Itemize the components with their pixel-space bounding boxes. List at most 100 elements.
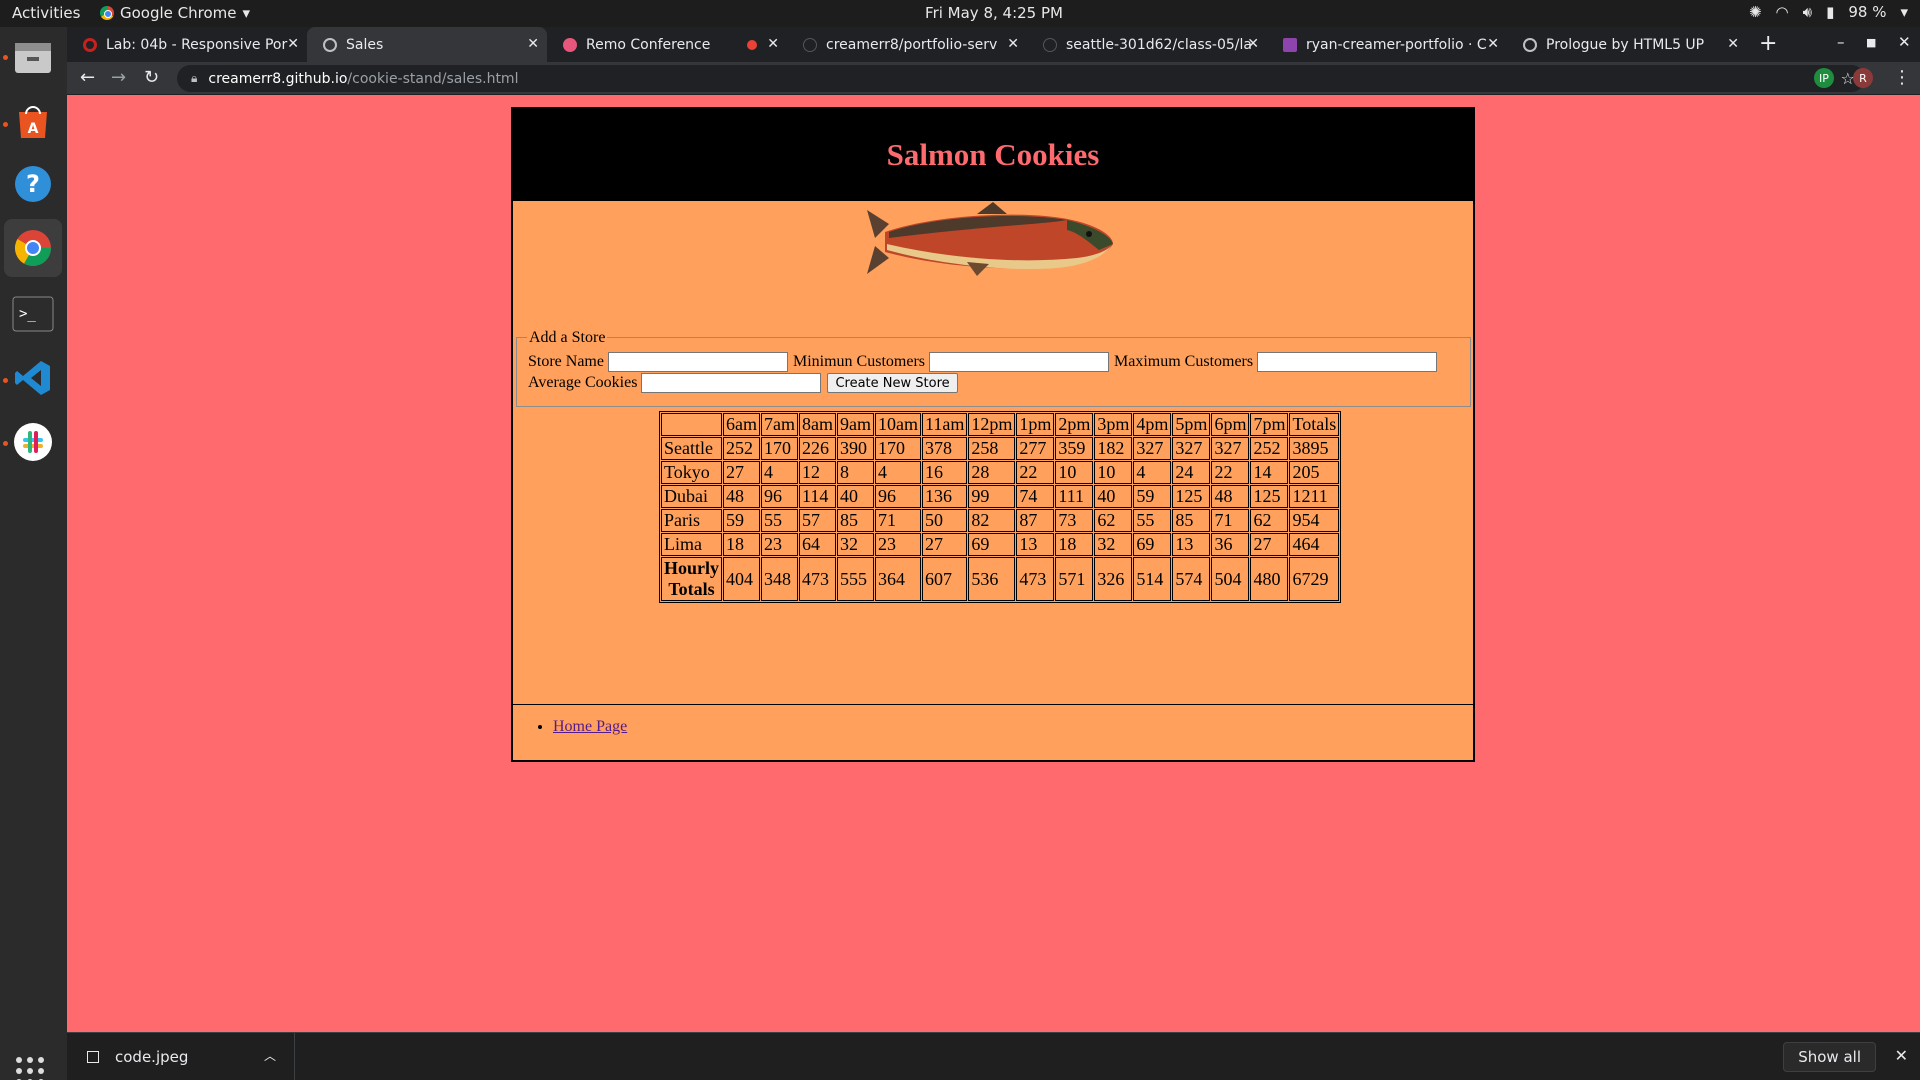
window-close-button[interactable]: ✕ [1898, 33, 1911, 51]
tab-seattle-class-05[interactable]: seattle-301d62/class-05/la ✕ [1027, 27, 1267, 62]
sales-cell: 27 [1250, 533, 1289, 556]
tab-prologue[interactable]: Prologue by HTML5 UP ✕ [1507, 27, 1747, 62]
tab-portfolio-server[interactable]: creamerr8/portfolio-serv ✕ [787, 27, 1027, 62]
sales-cell: 32 [837, 533, 875, 556]
close-icon[interactable]: ✕ [1247, 36, 1259, 52]
min-customers-label: Minimun Customers [792, 353, 925, 370]
column-header: 2pm [1055, 413, 1094, 436]
globe-icon [1523, 37, 1537, 52]
max-customers-input[interactable] [1257, 352, 1438, 372]
hourly-total-cell: 514 [1133, 557, 1172, 601]
chevron-up-icon[interactable]: ︿ [264, 1047, 276, 1064]
sales-cell: 85 [837, 509, 875, 532]
sales-cell: 96 [875, 485, 922, 508]
close-icon[interactable]: ✕ [1487, 36, 1499, 52]
column-header: 7am [761, 413, 799, 436]
reload-button[interactable]: ↻ [144, 67, 159, 88]
site-header: Salmon Cookies [513, 109, 1473, 201]
hourly-total-cell: 607 [922, 557, 968, 601]
sales-cell: 40 [1094, 485, 1133, 508]
show-applications-icon[interactable] [16, 1057, 44, 1080]
store-total-cell: 3895 [1289, 437, 1340, 460]
minimize-button[interactable]: – [1837, 33, 1845, 51]
running-indicator [3, 441, 8, 446]
form-row-2: Average Cookies Create New Store [528, 373, 958, 393]
maximize-button[interactable]: ■ [1866, 36, 1876, 49]
hourly-total-cell: 473 [799, 557, 837, 601]
sales-cell: 85 [1172, 509, 1211, 532]
software-center-icon[interactable]: A [10, 99, 56, 145]
forward-button[interactable]: → [111, 67, 126, 88]
sales-cell: 327 [1172, 437, 1211, 460]
table-body: Seattle 252 170 226 390 170 378 258 277 359 182 327… [661, 437, 1340, 556]
form-row-1: Store Name Minimun Customers Maximum Cus… [528, 352, 1442, 372]
sales-cell: 71 [875, 509, 922, 532]
battery-level: 98 % [1848, 3, 1887, 21]
home-page-link[interactable]: Home Page [553, 718, 627, 735]
new-tab-button[interactable]: + [1759, 31, 1777, 56]
close-icon[interactable]: ✕ [527, 36, 539, 52]
system-top-bar: Activities Google Chrome ▾ Fri May 8, 4:… [0, 0, 1920, 27]
column-header: 8am [799, 413, 837, 436]
sales-cell: 50 [922, 509, 968, 532]
extension-icon[interactable]: IP [1814, 68, 1834, 88]
profile-avatar[interactable]: R [1853, 68, 1873, 88]
tab-title: ryan-creamer-portfolio · C [1306, 36, 1487, 53]
wifi-icon: ◠ [1775, 3, 1789, 21]
network-icon: ✺ [1748, 3, 1762, 21]
column-header: 6am [723, 413, 761, 436]
svg-text:?: ? [26, 170, 40, 198]
sales-cell: 226 [799, 437, 837, 460]
tab-title: Prologue by HTML5 UP [1546, 36, 1705, 53]
tab-sales[interactable]: Sales ✕ [307, 27, 547, 62]
sales-cell: 258 [968, 437, 1016, 460]
chrome-menu-icon[interactable]: ⋮ [1893, 67, 1911, 88]
sales-cell: 327 [1133, 437, 1172, 460]
help-icon[interactable]: ? [10, 161, 56, 207]
sales-cell: 48 [1211, 485, 1250, 508]
sales-cell: 99 [968, 485, 1016, 508]
download-bar: code.jpeg ︿ Show all ✕ [67, 1032, 1920, 1080]
tab-remo-conference[interactable]: Remo Conference ✕ [547, 27, 787, 62]
url-host: creamerr8.github.io [208, 70, 348, 87]
close-icon[interactable]: ✕ [287, 36, 299, 52]
back-button[interactable]: ← [80, 67, 95, 88]
slack-icon[interactable] [10, 419, 56, 465]
sales-cell: 40 [837, 485, 875, 508]
min-customers-input[interactable] [929, 352, 1109, 372]
close-icon[interactable]: ✕ [1895, 1046, 1908, 1065]
sales-cell: 18 [723, 533, 761, 556]
download-file-name: code.jpeg [115, 1048, 189, 1066]
sales-cell: 10 [1094, 461, 1133, 484]
show-all-button[interactable]: Show all [1783, 1042, 1876, 1072]
close-icon[interactable]: ✕ [1727, 36, 1739, 52]
status-area[interactable]: ✺ ◠ 🔊︎ ▮ 98 % ▾ [1749, 3, 1908, 21]
store-total-cell: 1211 [1289, 485, 1340, 508]
vscode-icon[interactable] [10, 355, 56, 401]
avg-cookies-input[interactable] [641, 373, 822, 393]
add-store-form: Add a Store Store Name Minimun Customers… [516, 329, 1471, 407]
table-corner-cell [661, 413, 723, 436]
store-name-cell: Seattle [661, 437, 723, 460]
sales-cell: 62 [1094, 509, 1133, 532]
tab-title: Sales [346, 36, 384, 53]
store-name-input[interactable] [607, 352, 788, 372]
create-store-button[interactable]: Create New Store [827, 373, 958, 393]
clock[interactable]: Fri May 8, 4:25 PM [0, 4, 1920, 22]
hourly-total-cell: 555 [837, 557, 875, 601]
close-icon[interactable]: ✕ [767, 36, 779, 52]
tab-lab-04b[interactable]: Lab: 04b - Responsive Por ✕ [67, 27, 307, 62]
svg-text:>_: >_ [19, 306, 36, 322]
column-header: 1pm [1016, 413, 1055, 436]
close-icon[interactable]: ✕ [1007, 36, 1019, 52]
address-bar[interactable]: 🔒︎ creamerr8.github.io/cookie-stand/sale… [177, 65, 1865, 92]
files-icon[interactable] [10, 35, 56, 81]
terminal-icon[interactable]: >_ [10, 291, 56, 337]
hourly-total-cell: 404 [723, 557, 761, 601]
tab-strip: Lab: 04b - Responsive Por ✕ Sales ✕ Remo… [67, 27, 1920, 62]
sales-cell: 55 [1133, 509, 1172, 532]
chrome-dock-icon[interactable] [4, 219, 62, 277]
tab-ryan-creamer-portfolio[interactable]: ryan-creamer-portfolio · C ✕ [1267, 27, 1507, 62]
download-item[interactable]: code.jpeg ︿ [67, 1033, 295, 1080]
github-icon [803, 37, 817, 52]
